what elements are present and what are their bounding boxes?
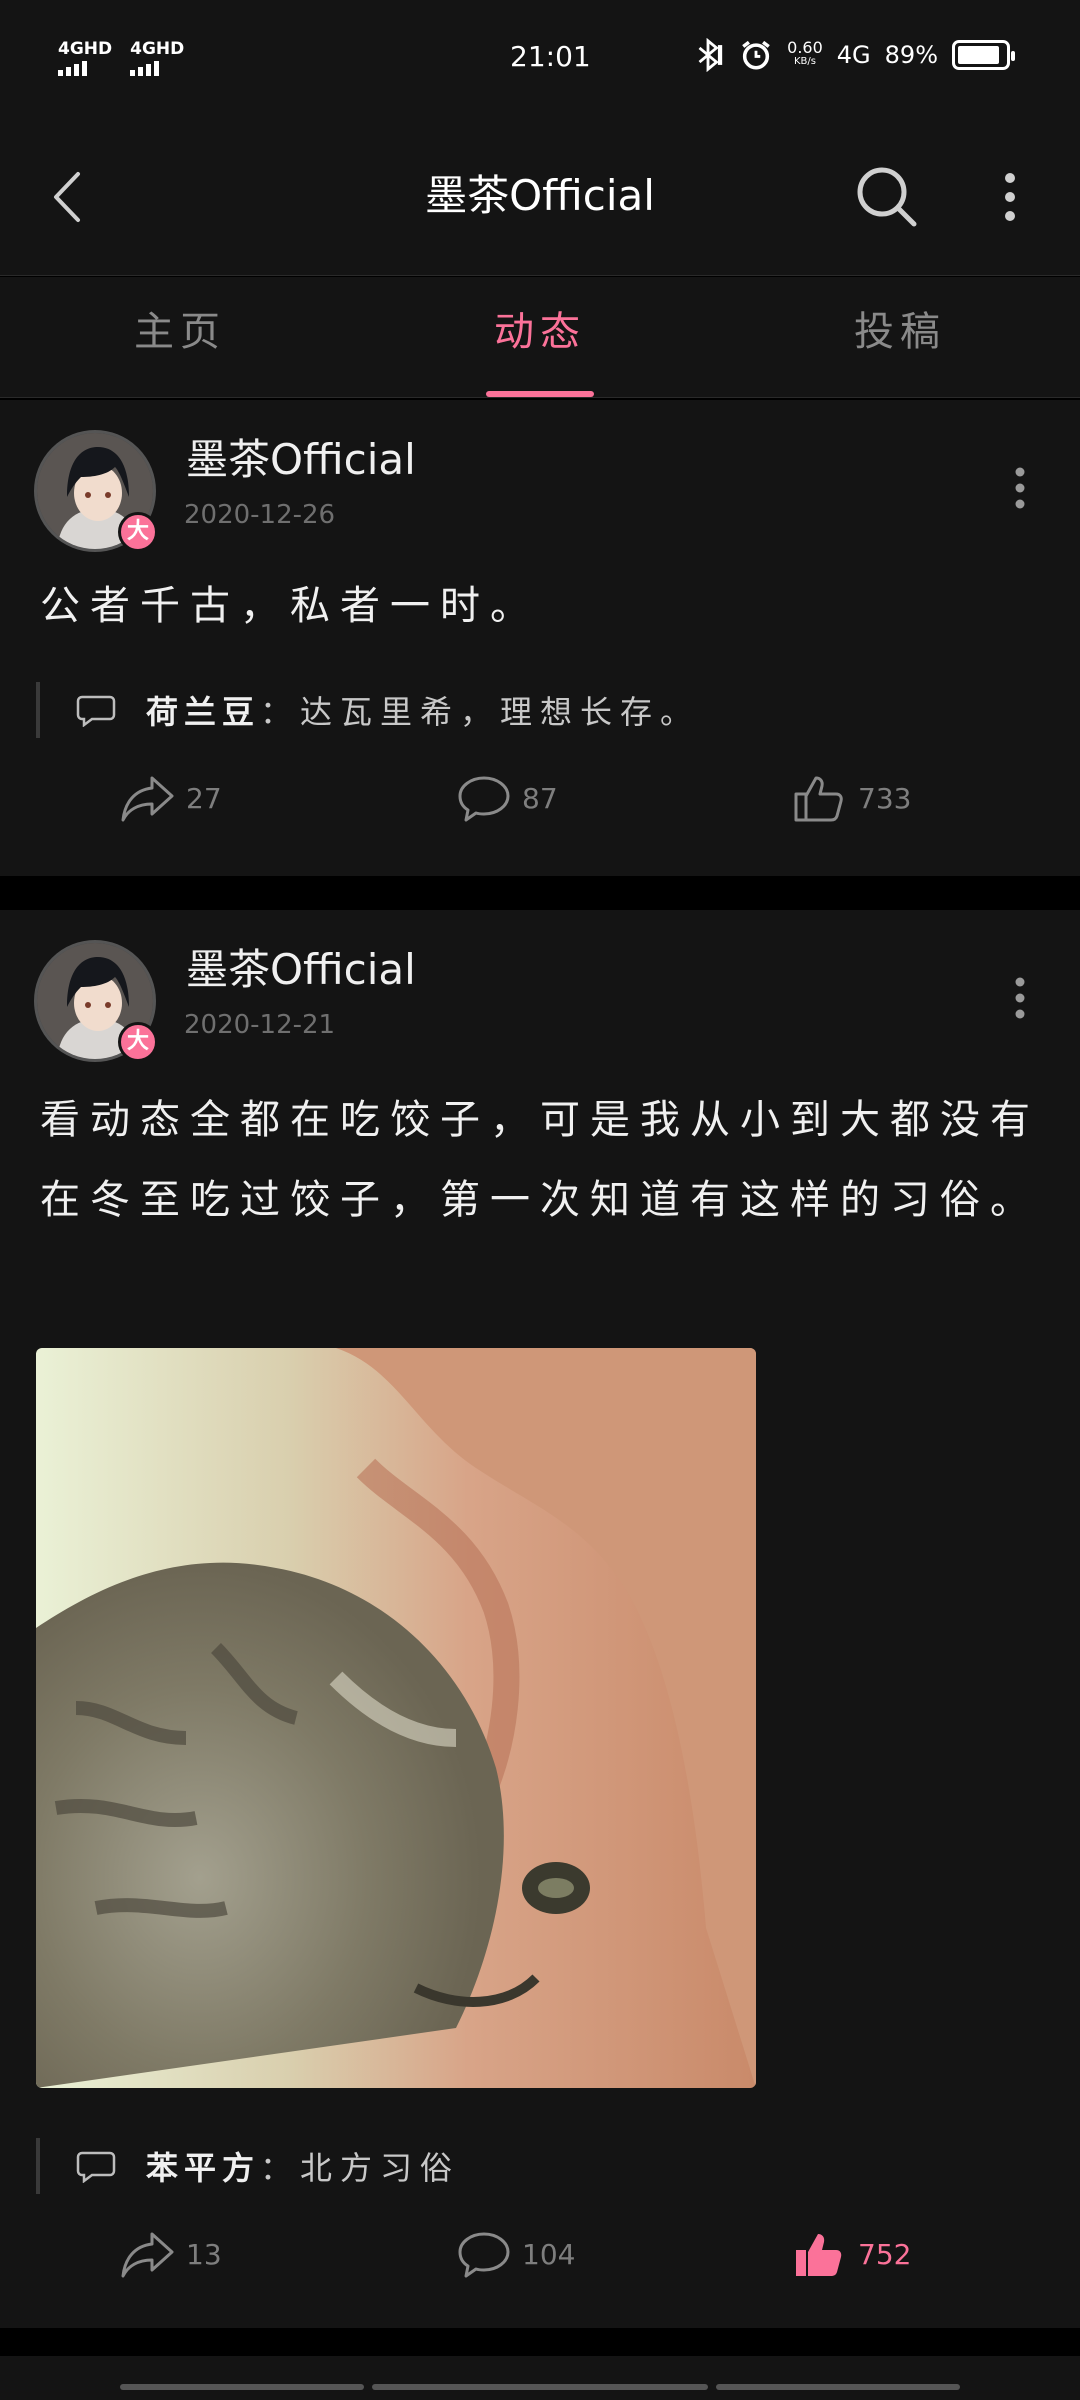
- post-actions: 13 104 752: [0, 2218, 1080, 2298]
- author-name[interactable]: 墨茶Official: [186, 936, 416, 997]
- like-count: 752: [858, 2237, 912, 2271]
- post-date: 2020-12-21: [184, 1010, 336, 1040]
- comment-bubble-icon: [76, 695, 116, 727]
- post-more-button[interactable]: [1000, 458, 1040, 518]
- bottom-indicator: [120, 2384, 960, 2390]
- bluetooth-icon: [698, 38, 723, 72]
- comment-user[interactable]: 苯平方: [146, 2143, 260, 2189]
- tab-dynamics[interactable]: 动态: [360, 277, 720, 397]
- comment-colon: ：: [260, 2149, 301, 2187]
- comment-button[interactable]: 104: [456, 2228, 575, 2280]
- search-button[interactable]: [848, 158, 928, 238]
- battery-icon: [952, 40, 1015, 70]
- search-icon: [857, 167, 917, 227]
- battery-percent: 89%: [884, 41, 938, 69]
- vip-badge: 大: [118, 1022, 158, 1062]
- comment-icon: [458, 776, 510, 822]
- comment-icon: [458, 2232, 510, 2278]
- comment-count: 87: [522, 781, 558, 815]
- like-button[interactable]: 733: [792, 772, 911, 824]
- signal-sim2-icon: 4GHD: [130, 40, 184, 76]
- cat-photo-image: [36, 1348, 756, 2088]
- top-comment[interactable]: 苯平方 ： 北方习俗: [36, 2138, 1040, 2194]
- next-post-card[interactable]: [0, 2356, 1080, 2400]
- post-card[interactable]: 大 墨茶Official 2020-12-21 看动态全都在吃饺子，可是我从小到…: [0, 910, 1080, 2328]
- thumbs-up-filled-icon: [796, 2234, 842, 2276]
- like-count: 733: [858, 781, 912, 815]
- share-icon: [121, 776, 174, 822]
- post-date: 2020-12-26: [184, 500, 336, 530]
- clock: 21:01: [510, 40, 591, 73]
- comment-bubble-icon: [76, 2151, 116, 2183]
- post-text: 公者千古，私者一时。: [40, 583, 540, 629]
- signal-sim1-icon: 4GHD: [58, 40, 112, 76]
- post-actions: 27 87 733: [0, 762, 1080, 842]
- share-button[interactable]: 27: [120, 772, 222, 824]
- more-vertical-icon: [1015, 977, 1025, 1019]
- tab-home[interactable]: 主页: [0, 277, 360, 397]
- comment-user[interactable]: 荷兰豆: [146, 687, 260, 733]
- more-button[interactable]: [990, 162, 1030, 232]
- comment-count: 104: [522, 2237, 576, 2271]
- comment-button[interactable]: 87: [456, 772, 558, 824]
- author-name[interactable]: 墨茶Official: [186, 426, 416, 487]
- tab-submissions[interactable]: 投稿: [720, 277, 1080, 397]
- vip-badge: 大: [118, 512, 158, 552]
- comment-text: 北方习俗: [300, 2149, 461, 2187]
- post-text: 看动态全都在吃饺子，可是我从小到大都没有在冬至吃过饺子，第一次知道有这样的习俗。: [40, 1097, 1040, 1223]
- share-button[interactable]: 13: [120, 2228, 222, 2280]
- share-count: 13: [186, 2237, 222, 2271]
- network-speed: 0.60 KB/s: [787, 38, 823, 68]
- alarm-icon: [742, 40, 770, 70]
- header-bar: 墨茶Official: [0, 120, 1080, 276]
- comment-text: 达瓦里希，理想长存。: [300, 693, 701, 731]
- status-bar: 4GHD 4GHD 21:01 0.60 KB/s 4G 89%: [0, 0, 1080, 120]
- tab-bar: 主页 动态 投稿: [0, 277, 1080, 398]
- share-icon: [121, 2232, 174, 2278]
- top-comment[interactable]: 荷兰豆 ： 达瓦里希，理想长存。: [36, 682, 1040, 738]
- post-more-button[interactable]: [1000, 968, 1040, 1028]
- more-vertical-icon: [1015, 467, 1025, 509]
- post-image[interactable]: [36, 1348, 756, 2088]
- more-vertical-icon: [1005, 173, 1015, 221]
- share-count: 27: [186, 781, 222, 815]
- network-type: 4G: [836, 41, 871, 69]
- comment-colon: ：: [260, 693, 301, 731]
- like-button[interactable]: 752: [792, 2228, 911, 2280]
- post-card[interactable]: 大 墨茶Official 2020-12-26 公者千古，私者一时。 荷兰豆 ：…: [0, 400, 1080, 876]
- thumbs-up-icon: [794, 776, 843, 822]
